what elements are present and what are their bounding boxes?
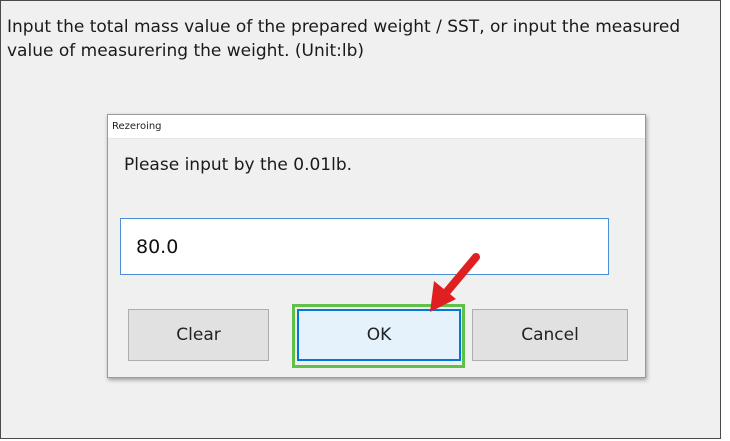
instruction-text: Input the total mass value of the prepar…: [7, 17, 681, 61]
dialog-title: Rezeroing: [112, 121, 162, 132]
dialog-prompt: Please input by the 0.01lb.: [124, 155, 353, 175]
dialog-titlebar[interactable]: Rezeroing: [108, 115, 645, 139]
rezeroing-dialog: Rezeroing Please input by the 0.01lb. Cl…: [107, 114, 646, 378]
weight-value-input[interactable]: [120, 218, 609, 275]
ok-button[interactable]: OK: [297, 309, 461, 361]
clear-button[interactable]: Clear: [128, 309, 269, 361]
cancel-button[interactable]: Cancel: [472, 309, 628, 361]
screenshot-frame: Input the total mass value of the prepar…: [0, 0, 721, 439]
